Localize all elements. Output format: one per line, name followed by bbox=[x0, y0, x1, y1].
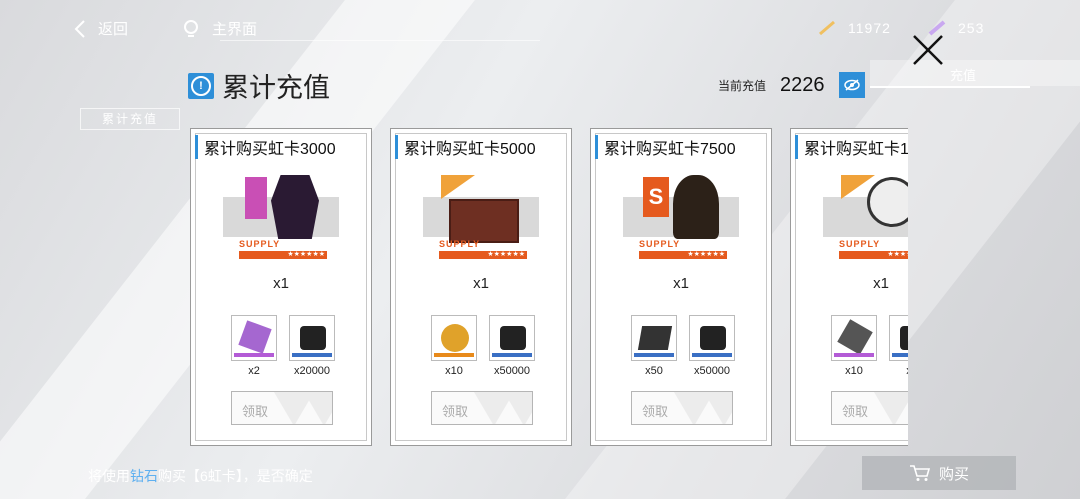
sub-reward: x10 bbox=[831, 315, 877, 377]
current-charge: 当前充值 2226 bbox=[718, 72, 865, 98]
sub-reward-count: x10 bbox=[845, 365, 863, 377]
sub-reward-count: x2 bbox=[248, 365, 260, 377]
pen-icon bbox=[819, 20, 835, 36]
eye-icon[interactable] bbox=[838, 72, 865, 98]
claim-button[interactable]: 领取 bbox=[831, 391, 908, 425]
buy-label: 购买 bbox=[938, 465, 969, 483]
currency-a: 11972 bbox=[818, 20, 891, 36]
rarity-stars: ★★★★★★ bbox=[839, 251, 908, 259]
claim-label: 领取 bbox=[642, 404, 669, 419]
prompt-prefix: 将使用 bbox=[88, 468, 130, 484]
claim-button[interactable]: 领取 bbox=[631, 391, 733, 425]
rarity-stars: ★★★★★★ bbox=[239, 251, 327, 259]
sub-reward-count: x50000 bbox=[693, 365, 731, 377]
sub-reward-count: x20000 bbox=[293, 365, 331, 377]
card-title: 累计购买虹卡1 bbox=[795, 135, 908, 159]
sub-reward: x20000 bbox=[289, 315, 335, 377]
claim-button[interactable]: 领取 bbox=[231, 391, 333, 425]
reward-quantity: x1 bbox=[273, 275, 289, 292]
rarity-stars: ★★★★★★ bbox=[439, 251, 527, 259]
reward-cards: 累计购买虹卡3000 SUPPLY ★★★★★★ x1 x2 x20000 领取… bbox=[188, 128, 908, 450]
cart-icon bbox=[909, 465, 931, 481]
sub-reward: x5 bbox=[889, 315, 908, 377]
currency-a-value: 11972 bbox=[848, 20, 891, 36]
prompt-suffix: 购买【6虹卡】，是否确定 bbox=[158, 468, 313, 484]
supply-label: SUPPLY bbox=[639, 239, 681, 249]
info-icon[interactable]: ! bbox=[188, 72, 214, 99]
prompt-currency: 钻石 bbox=[130, 468, 158, 484]
close-icon[interactable] bbox=[908, 30, 948, 70]
charge-tab[interactable]: 充值 bbox=[870, 60, 1080, 88]
sub-reward-count: x5 bbox=[879, 365, 908, 377]
card-title: 累计购买虹卡5000 bbox=[395, 135, 536, 159]
side-tab-cumulative[interactable]: 累计充值 bbox=[80, 108, 180, 130]
back-label: 返回 bbox=[98, 21, 129, 38]
reward-card: 累计购买虹卡3000 SUPPLY ★★★★★★ x1 x2 x20000 领取 bbox=[190, 128, 372, 446]
reward-image: S SUPPLY ★★★★★★ bbox=[623, 175, 739, 261]
sub-reward: x10 bbox=[431, 315, 477, 377]
reward-image: SUPPLY ★★★★★★ bbox=[423, 175, 539, 261]
card-title: 累计购买虹卡7500 bbox=[595, 135, 736, 159]
currency-b-value: 253 bbox=[958, 20, 985, 36]
panel-header: ! 累计充值 bbox=[188, 66, 330, 105]
current-charge-label: 当前充值 bbox=[718, 78, 767, 93]
reward-quantity: x1 bbox=[873, 275, 889, 292]
current-charge-value: 2226 bbox=[780, 73, 825, 96]
divider bbox=[220, 40, 540, 41]
reward-image: SUPPLY ★★★★★★ bbox=[823, 175, 908, 261]
rarity-stars: ★★★★★★ bbox=[639, 251, 727, 259]
supply-label: SUPPLY bbox=[239, 239, 281, 249]
claim-button[interactable]: 领取 bbox=[431, 391, 533, 425]
home-label: 主界面 bbox=[212, 21, 258, 38]
home-button[interactable]: 主界面 bbox=[182, 18, 257, 39]
sub-reward: x50000 bbox=[689, 315, 735, 377]
page-title: 累计充值 bbox=[222, 73, 330, 103]
supply-label: SUPPLY bbox=[439, 239, 481, 249]
reward-card: 累计购买虹卡7500 S SUPPLY ★★★★★★ x1 x50 x50000… bbox=[590, 128, 772, 446]
sub-reward-count: x50000 bbox=[493, 365, 531, 377]
charge-tab-label: 充值 bbox=[950, 68, 977, 83]
supply-label: SUPPLY bbox=[839, 239, 881, 249]
back-button[interactable]: 返回 bbox=[72, 18, 128, 39]
tab-underline bbox=[870, 86, 1030, 88]
claim-label: 领取 bbox=[442, 404, 469, 419]
purchase-prompt: 将使用钻石购买【6虹卡】，是否确定 bbox=[88, 466, 313, 486]
sub-reward: x50 bbox=[631, 315, 677, 377]
bulb-icon bbox=[184, 19, 198, 37]
sub-reward-count: x10 bbox=[445, 365, 463, 377]
chevron-left-icon bbox=[74, 19, 85, 38]
reward-quantity: x1 bbox=[473, 275, 489, 292]
card-title: 累计购买虹卡3000 bbox=[195, 135, 336, 159]
buy-button[interactable]: 购买 bbox=[862, 456, 1016, 490]
claim-label: 领取 bbox=[842, 404, 869, 419]
sub-reward-count: x50 bbox=[645, 365, 663, 377]
reward-quantity: x1 bbox=[673, 275, 689, 292]
reward-card: 累计购买虹卡1 SUPPLY ★★★★★★ x1 x10 x5 领取 bbox=[790, 128, 908, 446]
claim-label: 领取 bbox=[242, 404, 269, 419]
reward-image: SUPPLY ★★★★★★ bbox=[223, 175, 339, 261]
reward-card: 累计购买虹卡5000 SUPPLY ★★★★★★ x1 x10 x50000 领… bbox=[390, 128, 572, 446]
sub-reward: x2 bbox=[231, 315, 277, 377]
sub-reward: x50000 bbox=[489, 315, 535, 377]
